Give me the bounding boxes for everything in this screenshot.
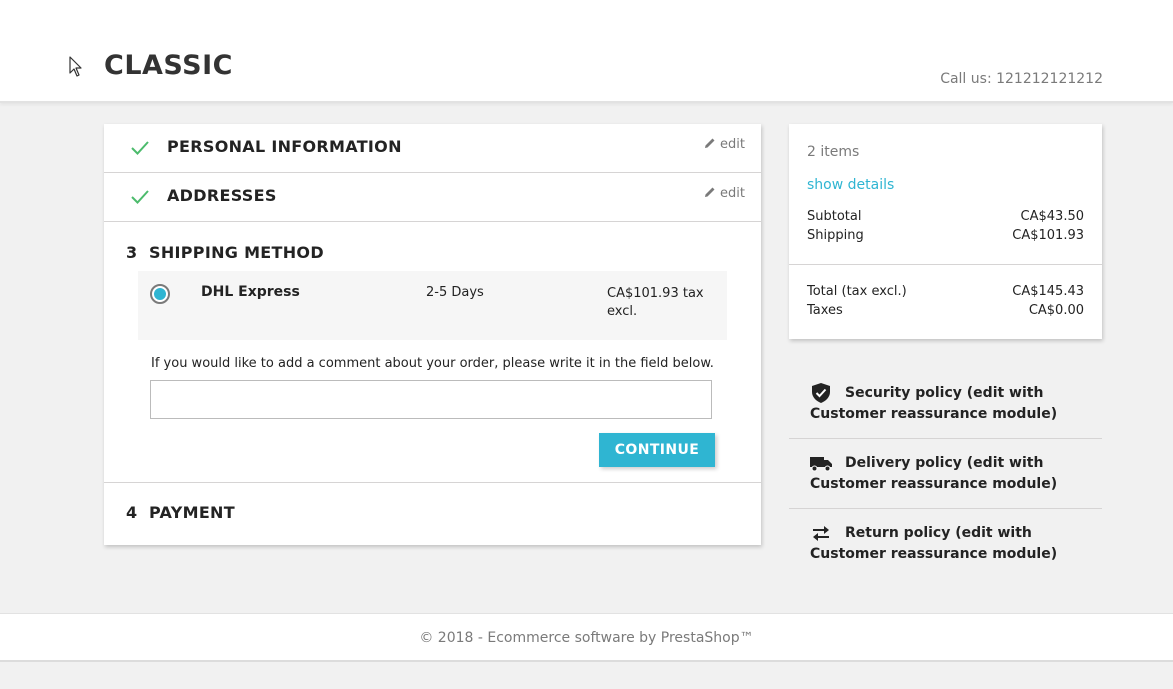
subtotal-label: Subtotal <box>807 209 862 224</box>
call-us-text: Call us: 121212121212 <box>940 71 1103 87</box>
reassurance-text: Delivery policy (edit with Customer reas… <box>810 455 1058 492</box>
subtotal-value: CA$43.50 <box>1020 209 1084 224</box>
step-title: SHIPPING METHOD <box>149 243 324 262</box>
reassurance-text: Security policy (edit with Customer reas… <box>810 385 1058 422</box>
edit-personal-information-link[interactable]: edit <box>704 137 745 152</box>
taxes-row: Taxes CA$0.00 <box>807 303 1084 318</box>
reassurance-text: Return policy (edit with Customer reassu… <box>810 525 1058 562</box>
delivery-option-dhl[interactable]: DHL Express 2-5 Days CA$101.93 tax excl. <box>138 271 727 340</box>
edit-addresses-link[interactable]: edit <box>704 186 745 201</box>
items-count: 2 items <box>807 144 860 160</box>
show-details-link[interactable]: show details <box>807 177 894 193</box>
reassurance-block: Security policy (edit with Customer reas… <box>789 369 1102 578</box>
carrier-delay: 2-5 Days <box>426 285 484 300</box>
step-addresses[interactable]: ADDRESSES edit <box>104 173 761 222</box>
checkmark-icon <box>131 141 149 155</box>
taxes-value: CA$0.00 <box>1028 303 1084 318</box>
radio-selected-dot <box>154 288 166 300</box>
total-label: Total (tax excl.) <box>807 284 907 299</box>
step-payment[interactable]: 4 PAYMENT <box>104 483 761 545</box>
order-comment-textarea[interactable] <box>150 380 712 419</box>
step-number: 3 <box>126 243 138 262</box>
site-footer: © 2018 - Ecommerce software by PrestaSho… <box>0 613 1173 662</box>
total-row: Total (tax excl.) CA$145.43 <box>807 284 1084 299</box>
step-shipping-method: 3 SHIPPING METHOD DHL Express 2-5 Days C… <box>104 222 761 483</box>
mouse-cursor-icon <box>69 56 82 77</box>
cart-summary: 2 items show details Subtotal CA$43.50 S… <box>789 124 1102 339</box>
copyright-text[interactable]: © 2018 - Ecommerce software by PrestaSho… <box>0 630 1173 646</box>
step-title: PERSONAL INFORMATION <box>167 137 402 156</box>
reassurance-item-security: Security policy (edit with Customer reas… <box>789 369 1102 439</box>
edit-label: edit <box>720 137 745 152</box>
step-number: 4 <box>126 503 138 522</box>
shipping-row: Shipping CA$101.93 <box>807 228 1084 243</box>
checkmark-icon <box>131 190 149 204</box>
site-header: CLASSIC Call us: 121212121212 <box>0 0 1173 103</box>
carrier-radio[interactable] <box>150 284 170 304</box>
shop-logo[interactable]: CLASSIC <box>104 50 233 81</box>
carrier-name: DHL Express <box>201 284 300 300</box>
reassurance-item-return: Return policy (edit with Customer reassu… <box>789 509 1102 578</box>
subtotal-row: Subtotal CA$43.50 <box>807 209 1084 224</box>
reassurance-item-delivery: Delivery policy (edit with Customer reas… <box>789 439 1102 509</box>
step-personal-information[interactable]: PERSONAL INFORMATION edit <box>104 124 761 173</box>
shipping-value: CA$101.93 <box>1012 228 1084 243</box>
step-title: ADDRESSES <box>167 186 277 205</box>
comment-label: If you would like to add a comment about… <box>151 356 714 371</box>
shipping-label: Shipping <box>807 228 864 243</box>
pencil-icon <box>705 187 715 197</box>
pencil-icon <box>705 138 715 148</box>
continue-button[interactable]: CONTINUE <box>599 433 715 467</box>
checkout-steps: PERSONAL INFORMATION edit ADDRESSES edit… <box>104 124 761 545</box>
total-value: CA$145.43 <box>1012 284 1084 299</box>
summary-divider <box>789 264 1102 265</box>
taxes-label: Taxes <box>807 303 843 318</box>
carrier-price: CA$101.93 tax excl. <box>607 286 704 319</box>
step-title: PAYMENT <box>149 503 235 522</box>
edit-label: edit <box>720 186 745 201</box>
